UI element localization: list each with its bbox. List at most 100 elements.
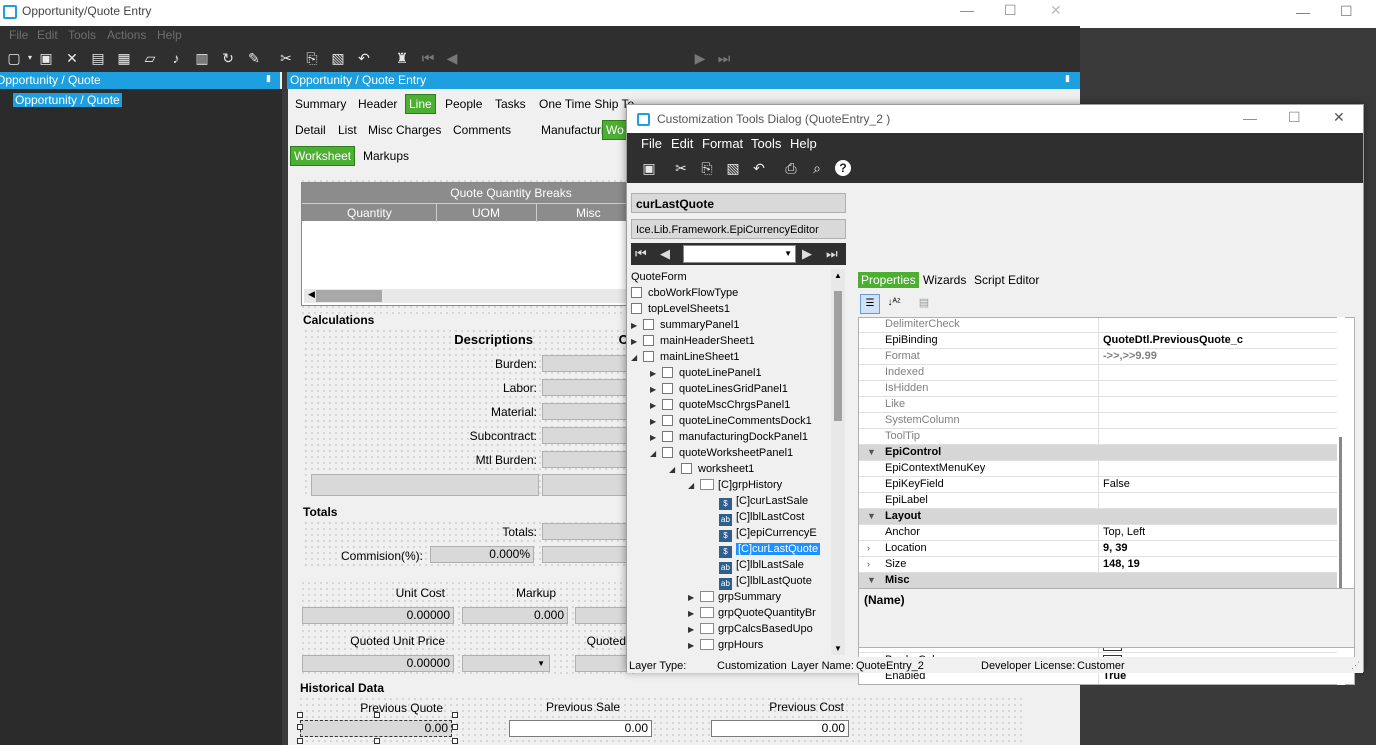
tree-expander-icon[interactable]: ▶ (650, 366, 662, 382)
dialog-preview-icon[interactable]: ⌕ (809, 160, 825, 176)
tree-node[interactable]: ▶ grpCalcsBasedUpo (688, 621, 813, 637)
tab-tertiary-1[interactable]: Markups (363, 149, 409, 163)
open-book-icon[interactable]: ▤ (90, 50, 106, 66)
dialog-cut-icon[interactable]: ✂ (673, 160, 689, 176)
property-row[interactable]: EpiKeyField False (859, 477, 1337, 493)
expand-icon[interactable]: › (867, 541, 870, 556)
previous-sale-field[interactable]: 0.00 (509, 720, 652, 737)
expand-icon[interactable]: › (867, 557, 870, 572)
quoted-field[interactable] (575, 655, 632, 672)
save-icon[interactable]: ▣ (38, 50, 54, 66)
dialog-menu-tools[interactable]: Tools (751, 136, 781, 151)
tree-node[interactable]: ▶ quoteMscChrgsPanel1 (650, 397, 790, 413)
tree-node[interactable]: ◢ [C]grpHistory (688, 477, 782, 493)
new-dropdown-icon[interactable]: ▾ (22, 50, 38, 66)
dialog-close-icon[interactable]: ✕ (1333, 109, 1345, 126)
nav-next-icon[interactable]: ▶ (802, 246, 812, 262)
property-value[interactable]: Top, Left (1103, 525, 1145, 540)
calc-summary-field-2[interactable] (542, 474, 632, 496)
clipboard-icon[interactable]: ▥ (194, 50, 210, 66)
property-row[interactable]: Anchor Top, Left (859, 525, 1337, 541)
burden-field[interactable] (542, 355, 632, 372)
pricing-field-3[interactable] (575, 607, 632, 624)
qqb-col-misc[interactable]: Misc (576, 206, 601, 220)
tree-node[interactable]: cboWorkFlowType (631, 285, 738, 301)
dialog-save-icon[interactable]: ▣ (641, 160, 657, 176)
tab-primary-2[interactable]: Line (405, 94, 436, 114)
tree-node[interactable]: ab [C]lblLastCost (707, 509, 804, 526)
menu-tools[interactable]: Tools (68, 28, 96, 42)
bg-minimize-icon[interactable]: — (1296, 4, 1310, 20)
bg-maximize-icon[interactable]: ☐ (1340, 3, 1353, 20)
tab-primary-5[interactable]: One Time Ship To (539, 97, 634, 111)
nav-first-icon[interactable]: ⏮ (635, 246, 647, 262)
dialog-help-icon[interactable]: ? (835, 160, 851, 176)
property-value[interactable]: 9, 39 (1103, 541, 1127, 556)
property-pages-icon[interactable]: ▤ (914, 294, 934, 314)
dialog-menu-help[interactable]: Help (790, 136, 817, 151)
quoted-unit-price-dropdown[interactable]: ▼ (462, 655, 550, 672)
mtl-burden-field[interactable] (542, 451, 632, 468)
tree-node[interactable]: ◢ quoteWorksheetPanel1 (650, 445, 793, 461)
previous-cost-field[interactable]: 0.00 (711, 720, 849, 737)
copy-icon[interactable]: ⎘ (304, 50, 320, 66)
first-record-icon[interactable]: ⏮ (420, 50, 436, 66)
tab-secondary-2[interactable]: Misc Charges (368, 123, 441, 137)
tree-expander-icon[interactable]: ▶ (650, 382, 662, 398)
unit-cost-field[interactable]: 0.00000 (302, 607, 454, 624)
dialog-paste-icon[interactable]: ▧ (725, 160, 741, 176)
nav-combo[interactable]: ▼ (683, 245, 796, 263)
tab-primary-1[interactable]: Header (358, 97, 397, 111)
left-tree-item[interactable]: Opportunity / Quote (13, 93, 122, 107)
commission-field[interactable]: 0.000% (430, 546, 534, 563)
tree-expander-icon[interactable]: ▶ (688, 638, 700, 654)
totals-field-2[interactable] (542, 546, 632, 563)
tab-secondary-1[interactable]: List (338, 123, 357, 137)
maximize-icon[interactable]: ☐ (1004, 2, 1017, 19)
property-row[interactable]: › Location 9, 39 (859, 541, 1337, 557)
minimize-icon[interactable]: — (960, 2, 974, 18)
material-field[interactable] (542, 403, 632, 420)
property-row[interactable]: Format ->>,>>9.99 (859, 349, 1337, 365)
resize-grip-icon[interactable]: ⋰ (1351, 660, 1360, 671)
tree-node[interactable]: ▶ mainHeaderSheet1 (631, 333, 755, 349)
property-row[interactable]: IsHidden (859, 381, 1337, 397)
qqb-col-quantity[interactable]: Quantity (347, 206, 392, 220)
tree-node[interactable]: ▶ summaryPanel1 (631, 317, 739, 333)
tree-node[interactable]: ▶ manufacturingDockPanel1 (650, 429, 808, 445)
tab-secondary-0[interactable]: Detail (295, 123, 326, 137)
tree-expander-icon[interactable]: ◢ (669, 462, 681, 478)
tree-expander-icon[interactable]: ◢ (688, 478, 700, 494)
qqb-col-uom[interactable]: UOM (472, 206, 500, 220)
property-value[interactable]: ->>,>>9.99 (1103, 349, 1157, 364)
dialog-minimize-icon[interactable]: — (1243, 110, 1257, 126)
nav-last-icon[interactable]: ⏭ (826, 246, 838, 262)
tree-expander-icon[interactable]: ▶ (688, 606, 700, 622)
property-tab-2[interactable]: Script Editor (971, 272, 1042, 288)
previous-quote-field[interactable]: 0.00 (300, 720, 452, 737)
menu-actions[interactable]: Actions (107, 28, 146, 42)
refresh-icon[interactable]: ↻ (220, 50, 236, 66)
tree-node[interactable]: ▶ grpHours (688, 637, 763, 653)
tree-expander-icon[interactable]: ▶ (631, 318, 643, 334)
property-value[interactable]: QuoteDtl.PreviousQuote_c (1103, 333, 1243, 348)
subcontract-field[interactable] (542, 427, 632, 444)
tab-tertiary-0[interactable]: Worksheet (290, 146, 356, 166)
next-record-icon[interactable]: ▶ (692, 50, 708, 66)
property-value[interactable]: False (1103, 477, 1130, 492)
tree-node[interactable]: ▶ grpQuoteQuantityBr (688, 605, 816, 621)
cut-icon[interactable]: ✂ (278, 50, 294, 66)
tree-vscrollbar[interactable]: ▲ ▼ (831, 269, 845, 655)
property-category[interactable]: ▼ EpiControl (859, 445, 1337, 461)
tree-node[interactable]: QuoteForm (631, 269, 687, 285)
dialog-menu-edit[interactable]: Edit (671, 136, 693, 151)
property-tab-0[interactable]: Properties (858, 272, 919, 288)
menu-file[interactable]: File (9, 28, 28, 42)
property-row[interactable]: Indexed (859, 365, 1337, 381)
tree-expander-icon[interactable]: ▶ (650, 398, 662, 414)
dialog-print-icon[interactable]: ⎙ (783, 160, 799, 176)
property-category[interactable]: ▼ Layout (859, 509, 1337, 525)
pin-icon[interactable]: ▮ (266, 73, 271, 84)
tab-secondary-5[interactable]: Wo (602, 120, 628, 140)
tab-primary-0[interactable]: Summary (295, 97, 346, 111)
